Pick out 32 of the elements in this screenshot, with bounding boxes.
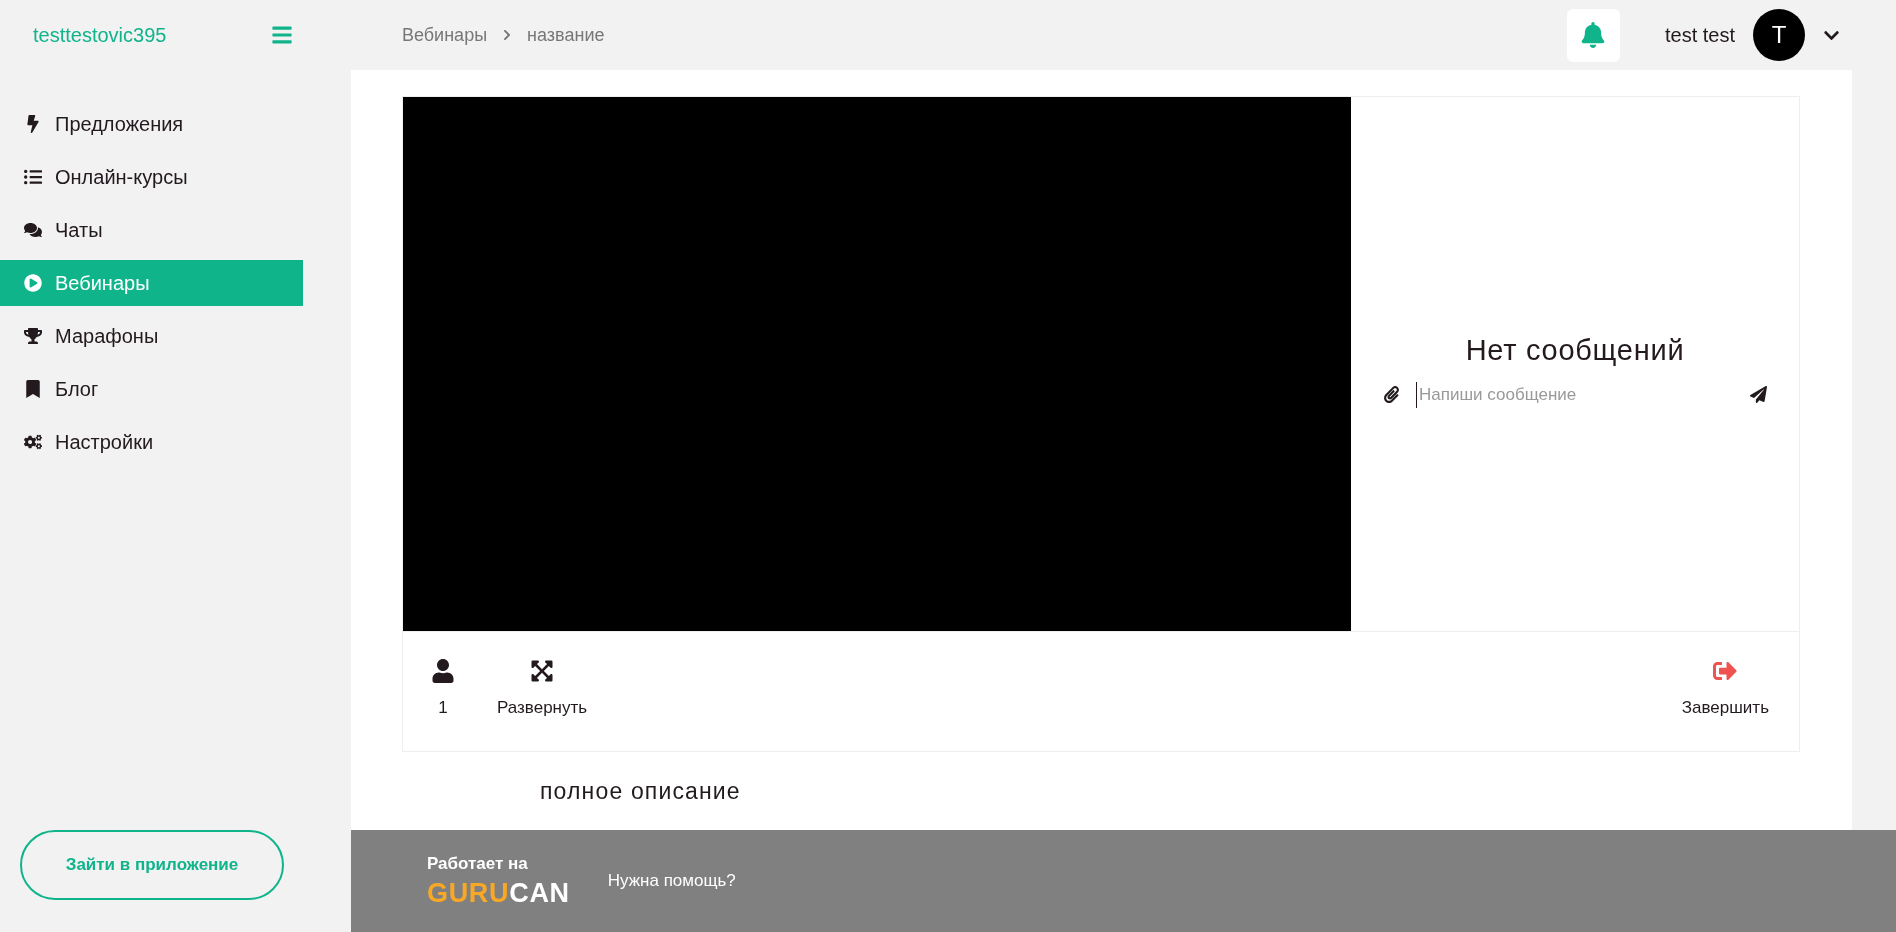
list-icon [24, 168, 42, 186]
notifications-button[interactable] [1566, 8, 1620, 62]
webinar-description: полное описание [540, 777, 742, 806]
user-icon [431, 659, 455, 683]
user-avatar[interactable]: T [1753, 9, 1805, 61]
sidebar-item[interactable]: Марафоны [0, 313, 303, 359]
expand-button[interactable]: Развернуть [497, 695, 588, 721]
sidebar-item[interactable]: Блог [0, 366, 303, 412]
bell-icon [1580, 22, 1607, 48]
viewer-count: 1 [438, 697, 448, 719]
help-link[interactable]: Нужна помощь? [607, 868, 736, 894]
exit-icon[interactable] [1713, 659, 1738, 683]
breadcrumb-link[interactable]: Вебинары [402, 21, 488, 49]
user-name[interactable]: test test [1664, 20, 1735, 50]
sidebar-item[interactable]: Чаты [0, 207, 303, 253]
finish-button[interactable]: Завершить [1681, 695, 1769, 721]
bookmark-icon [24, 380, 42, 398]
lightning-icon [24, 115, 42, 133]
sidebar-item[interactable]: Онлайн-курсы [0, 154, 303, 200]
sidebar-item[interactable]: Предложения [0, 101, 303, 147]
paperclip-icon[interactable] [1383, 386, 1400, 404]
trophy-icon [24, 327, 42, 345]
breadcrumb-current: название [527, 23, 605, 47]
no-messages-text: Нет сообщений [1465, 332, 1685, 368]
gears-icon [24, 433, 42, 451]
message-input[interactable]: Напиши сообщение [1416, 382, 1734, 408]
expand-icon[interactable] [530, 659, 555, 683]
chat-bubbles-icon [24, 221, 42, 239]
powered-by-text: Работает на [427, 853, 529, 876]
send-icon[interactable] [1750, 386, 1767, 404]
brand-logo[interactable]: GURUCAN [427, 876, 570, 911]
sidebar-item[interactable]: Настройки [0, 419, 303, 465]
